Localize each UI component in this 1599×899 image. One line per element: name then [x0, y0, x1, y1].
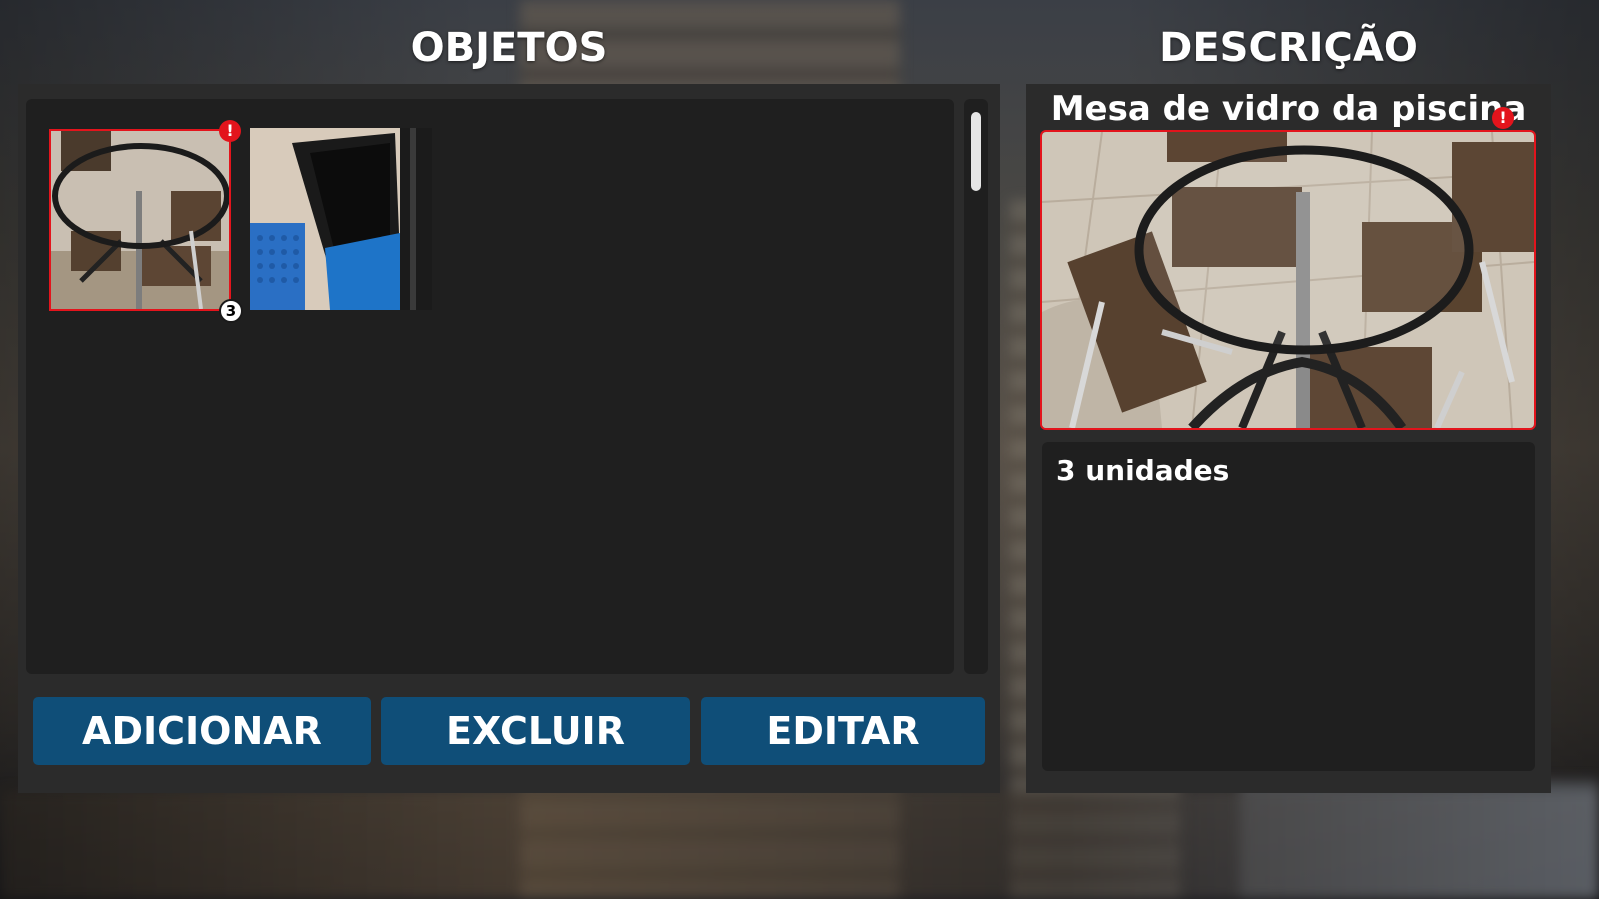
object-thumbnail-glass-table[interactable]: [49, 129, 231, 311]
edit-button[interactable]: EDITAR: [701, 697, 985, 765]
object-thumbnail-trash-bin[interactable]: [250, 128, 432, 310]
scrollbar[interactable]: [964, 99, 988, 674]
description-text: 3 unidades: [1056, 454, 1230, 487]
count-badge: 3: [219, 299, 243, 323]
object-name: Mesa de vidro da piscina: [1050, 89, 1527, 129]
alert-icon: !: [219, 120, 241, 142]
delete-button[interactable]: EXCLUIR: [381, 697, 690, 765]
description-panel: Mesa de vidro da piscina ! 3 unidades: [1026, 84, 1551, 793]
add-button[interactable]: ADICIONAR: [33, 697, 371, 765]
alert-icon: !: [1492, 107, 1514, 129]
glass-table-photo: [51, 131, 229, 309]
object-photo: [1040, 130, 1536, 430]
description-title: DESCRIÇÃO: [1159, 25, 1418, 71]
scrollbar-thumb[interactable]: [971, 112, 981, 191]
objects-panel: ! 3 ADICIONAR EXCLUIR EDITAR: [18, 84, 1000, 793]
objects-list: ! 3: [26, 99, 954, 674]
objects-title: OBJETOS: [410, 25, 608, 71]
glass-table-photo: [1042, 132, 1534, 428]
description-box: 3 unidades: [1042, 442, 1535, 771]
blue-trash-bin-photo: [250, 128, 432, 310]
